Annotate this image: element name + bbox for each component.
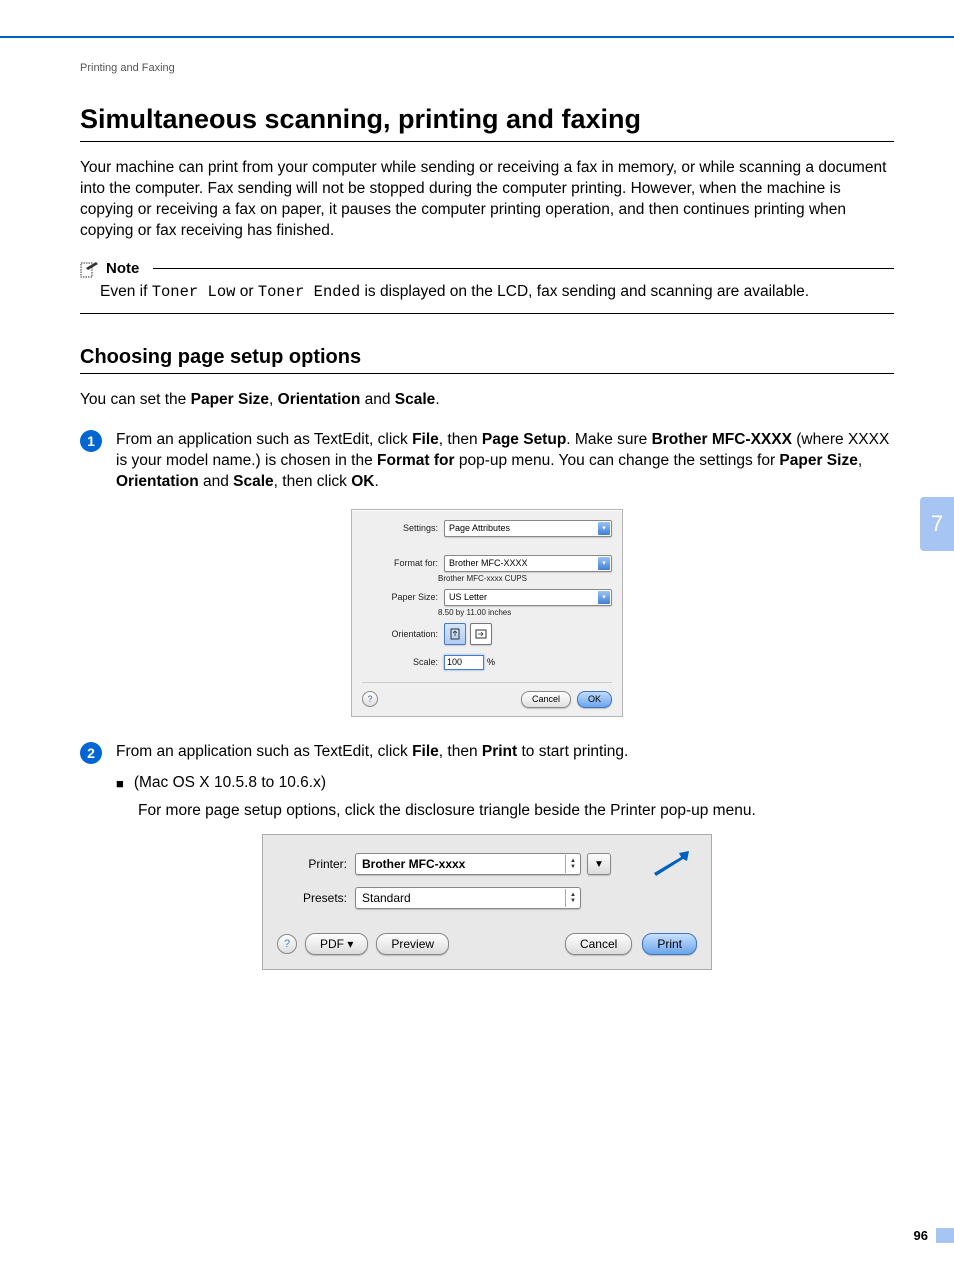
- note-icon: [80, 260, 100, 278]
- orientation-label: Orientation:: [362, 629, 444, 639]
- paper-size-dropdown[interactable]: US Letter ▾: [444, 589, 612, 606]
- page-number-block: [936, 1228, 954, 1243]
- page-number: 96: [914, 1228, 928, 1243]
- print-button[interactable]: Print: [642, 933, 697, 955]
- dropdown-arrow-icon: ▾: [598, 591, 610, 604]
- format-for-subtext: Brother MFC-xxxx CUPS: [438, 574, 622, 583]
- step-2-text: From an application such as TextEdit, cl…: [116, 741, 628, 762]
- step-1: 1 From an application such as TextEdit, …: [80, 429, 894, 493]
- printer-label: Printer:: [277, 857, 355, 871]
- orientation-portrait-button[interactable]: [444, 623, 466, 645]
- note-text: Even if Toner Low or Toner Ended is disp…: [100, 282, 894, 303]
- orientation-landscape-button[interactable]: [470, 623, 492, 645]
- presets-dropdown[interactable]: Standard ▲▼: [355, 887, 581, 909]
- preview-button[interactable]: Preview: [376, 933, 449, 955]
- paper-size-subtext: 8.50 by 11.00 inches: [438, 608, 622, 617]
- printer-dropdown[interactable]: Brother MFC-xxxx ▲▼: [355, 853, 581, 875]
- intro-paragraph: Your machine can print from your compute…: [80, 158, 894, 242]
- scale-unit: %: [487, 657, 495, 667]
- dropdown-arrow-icon: ▲▼: [565, 889, 580, 907]
- format-for-label: Format for:: [362, 558, 444, 568]
- step-1-text: From an application such as TextEdit, cl…: [116, 429, 894, 493]
- paper-size-label: Paper Size:: [362, 592, 444, 602]
- cancel-button[interactable]: Cancel: [521, 691, 571, 708]
- step-number-icon: 2: [80, 742, 102, 764]
- section-intro: You can set the Paper Size, Orientation …: [80, 390, 894, 411]
- settings-label: Settings:: [362, 523, 444, 533]
- presets-label: Presets:: [277, 891, 355, 905]
- note-block: Note Even if Toner Low or Toner Ended is…: [80, 260, 894, 314]
- callout-arrow-icon: [651, 851, 691, 884]
- cancel-button[interactable]: Cancel: [565, 933, 632, 955]
- breadcrumb: Printing and Faxing: [80, 62, 894, 74]
- dropdown-arrow-icon: ▾: [598, 522, 610, 535]
- section-heading: Choosing page setup options: [80, 346, 894, 369]
- dropdown-arrow-icon: ▲▼: [565, 855, 580, 873]
- page-setup-dialog: Settings: Page Attributes ▾ Format for: …: [351, 509, 623, 717]
- mac-os-subtext: For more page setup options, click the d…: [138, 802, 894, 820]
- scale-label: Scale:: [362, 657, 444, 667]
- mac-os-bullet: ■ (Mac OS X 10.5.8 to 10.6.x): [116, 774, 894, 795]
- step-number-icon: 1: [80, 430, 102, 452]
- disclosure-button[interactable]: ▼: [587, 853, 611, 875]
- step-2: 2 From an application such as TextEdit, …: [80, 741, 894, 764]
- help-button[interactable]: ?: [277, 934, 297, 954]
- settings-dropdown[interactable]: Page Attributes ▾: [444, 520, 612, 537]
- pdf-button[interactable]: PDF ▾: [305, 933, 368, 955]
- note-label: Note: [106, 260, 139, 277]
- help-button[interactable]: ?: [362, 691, 378, 707]
- print-dialog: Printer: Brother MFC-xxxx ▲▼ ▼ Presets: …: [262, 834, 712, 970]
- bullet-square-icon: ■: [116, 774, 124, 795]
- page-title: Simultaneous scanning, printing and faxi…: [80, 104, 894, 135]
- ok-button[interactable]: OK: [577, 691, 612, 708]
- scale-input[interactable]: 100: [444, 655, 484, 670]
- format-for-dropdown[interactable]: Brother MFC-XXXX ▾: [444, 555, 612, 572]
- dropdown-arrow-icon: ▾: [598, 557, 610, 570]
